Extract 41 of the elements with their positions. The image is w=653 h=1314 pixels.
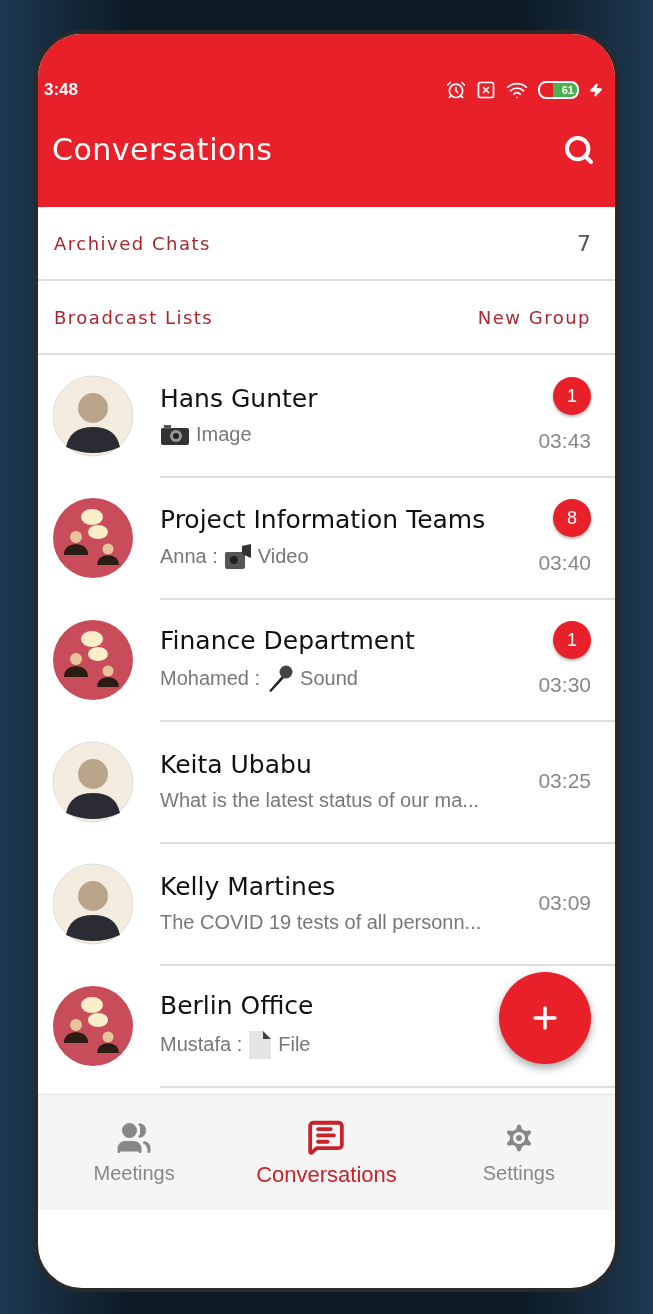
message-time: 03:25 (538, 769, 591, 793)
message-preview: Video (257, 545, 309, 568)
people-icon (116, 1120, 153, 1156)
sender-name: Anna : (160, 545, 218, 568)
search-button[interactable] (563, 133, 595, 166)
sender-name: Mustafa : (160, 1033, 243, 1056)
message-preview: File (278, 1033, 311, 1056)
chat-name[interactable]: Kelly Martines (160, 872, 336, 901)
unread-count: 1 (553, 377, 591, 415)
status-time: 3:48 (44, 80, 79, 100)
message-preview: Sound (300, 667, 358, 690)
archived-count: 7 (577, 230, 591, 256)
camera-icon (160, 423, 190, 446)
unread-count: 1 (553, 621, 591, 659)
message-preview: The COVID 19 tests of all personn... (160, 911, 482, 934)
new-group-link[interactable]: New Group (477, 306, 591, 328)
close-icon (476, 80, 496, 100)
document-icon (248, 1029, 273, 1060)
sender-name: Mohamed : (160, 667, 261, 690)
message-preview: What is the latest status of our ma... (160, 789, 480, 812)
nav-tab[interactable]: Conversations (230, 1095, 423, 1210)
battery-indicator: 61 (538, 81, 579, 99)
chat-name[interactable]: Project Information Teams (160, 504, 486, 534)
message-time: 03:43 (538, 429, 591, 453)
chat-name[interactable]: Finance Department (160, 625, 415, 655)
chat-name[interactable]: Keita Ubabu (160, 750, 312, 779)
video-camera-icon (223, 543, 252, 570)
archived-chats-link[interactable]: Archived Chats (54, 232, 211, 254)
charging-icon (589, 83, 603, 97)
message-time: 03:30 (538, 673, 591, 697)
new-chat-button[interactable] (499, 972, 591, 1064)
chat-name[interactable]: Berlin Office (160, 990, 314, 1020)
broadcast-lists-link[interactable]: Broadcast Lists (54, 306, 214, 328)
message-time: 03:09 (538, 891, 591, 915)
screen-title: Conversations (52, 132, 273, 167)
microphone-icon (266, 664, 295, 693)
alarm-icon (446, 80, 466, 100)
chat-name[interactable]: Hans Gunter (160, 384, 318, 413)
message-preview: Image (196, 423, 252, 446)
unread-count: 8 (553, 499, 591, 537)
message-time: 03:40 (538, 551, 591, 575)
